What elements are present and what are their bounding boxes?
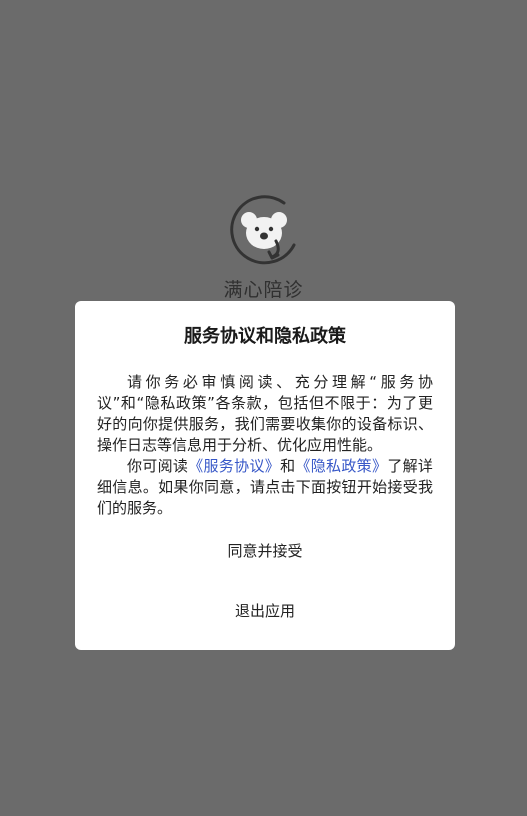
- dialog-title: 服务协议和隐私政策: [184, 326, 346, 347]
- service-agreement-link[interactable]: 《服务协议》: [188, 457, 280, 475]
- agree-accept-button[interactable]: 同意并接受: [75, 531, 455, 571]
- paragraph-2-and: 和: [280, 457, 296, 475]
- dialog-paragraph-1: 请你务必审慎阅读、充分理解“服务协议”和“隐私政策”各条款，包括但不限于：为了更…: [97, 373, 433, 454]
- exit-app-button[interactable]: 退出应用: [75, 591, 455, 631]
- paragraph-2-prefix: 你可阅读: [127, 457, 189, 475]
- privacy-policy-link[interactable]: 《隐私政策》: [295, 457, 387, 475]
- app-name: 满心陪诊: [223, 279, 304, 301]
- koala-face-icon: [230, 195, 296, 265]
- dialog-paragraph-2: 你可阅读《服务协议》和《隐私政策》了解详细信息。如果你同意，请点击下面按钮开始接…: [97, 456, 433, 519]
- dialog-body: 请你务必审慎阅读、充分理解“服务协议”和“隐私政策”各条款，包括但不限于：为了更…: [97, 372, 433, 519]
- privacy-policy-dialog: 服务协议和隐私政策 请你务必审慎阅读、充分理解“服务协议”和“隐私政策”各条款，…: [75, 301, 455, 650]
